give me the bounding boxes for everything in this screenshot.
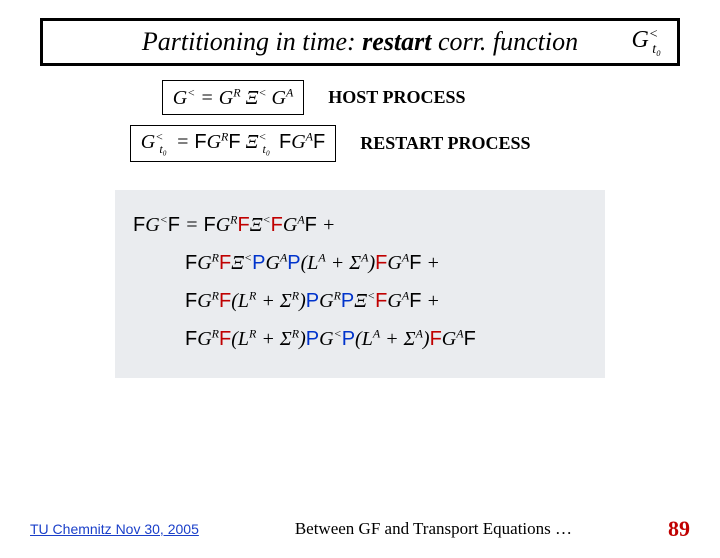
l3g: P bbox=[341, 290, 354, 312]
l4g: P bbox=[342, 328, 355, 350]
eq-line-1: FG<F = FGRFΞ<FGAF + bbox=[133, 206, 587, 244]
l2k: F bbox=[409, 252, 421, 274]
title-suffix: corr. function bbox=[432, 27, 579, 56]
eq-line-3: FGRF(LR + ΣR)PGRPΞ<FGAF + bbox=[133, 282, 587, 320]
footer-left: TU Chemnitz Nov 30, 2005 bbox=[30, 521, 199, 537]
title-prefix: Partitioning in time: bbox=[142, 27, 362, 56]
eq-line-2: FGRFΞ<PGAP(LA + ΣA)FGAF + bbox=[133, 244, 587, 282]
title-corner-sup: < bbox=[649, 27, 658, 42]
slide-title-box: Partitioning in time: restart corr. func… bbox=[40, 18, 680, 66]
l4c: F bbox=[219, 328, 231, 350]
main-equation-block: FG<F = FGRFΞ<FGAF + FGRFΞ<PGAP(LA + ΣA)F… bbox=[115, 190, 605, 378]
l3e: P bbox=[306, 290, 319, 312]
host-equation: G< = GR Ξ< GA bbox=[173, 87, 294, 109]
restart-equation: G<t₀ = FGRF Ξ<t₀ FGAF bbox=[141, 131, 325, 153]
l2a: F bbox=[185, 252, 197, 274]
l1h: F bbox=[271, 214, 283, 236]
l4i: F bbox=[430, 328, 442, 350]
l2p: + bbox=[421, 252, 440, 274]
l3i: F bbox=[375, 290, 387, 312]
restart-label: RESTART PROCESS bbox=[360, 133, 590, 154]
footer-center: Between GF and Transport Equations … bbox=[199, 519, 668, 539]
host-label: HOST PROCESS bbox=[328, 87, 558, 108]
host-equation-row: G< = GR Ξ< GA HOST PROCESS bbox=[0, 80, 720, 115]
title-bold: restart bbox=[362, 27, 431, 56]
title-corner-sub: t₀ bbox=[652, 42, 661, 57]
l4e: P bbox=[306, 328, 319, 350]
restart-equation-row: G<t₀ = FGRF Ξ<t₀ FGAF RESTART PROCESS bbox=[0, 125, 720, 163]
l3k: F bbox=[409, 290, 421, 312]
l1j1: F bbox=[168, 214, 180, 236]
page-number: 89 bbox=[668, 516, 690, 542]
l2c: F bbox=[219, 252, 231, 274]
title-corner-g: G bbox=[631, 27, 648, 53]
l3a: F bbox=[185, 290, 197, 312]
l1a: F bbox=[133, 214, 145, 236]
l3c: F bbox=[219, 290, 231, 312]
l1c: = bbox=[185, 214, 204, 236]
l1j: F bbox=[305, 214, 317, 236]
l2g: P bbox=[287, 252, 300, 274]
l1f: F bbox=[238, 214, 250, 236]
eq-line-4: FGRF(LR + ΣR)PG<P(LA + ΣA)FGAF bbox=[133, 320, 587, 358]
slide-footer: TU Chemnitz Nov 30, 2005 Between GF and … bbox=[0, 516, 720, 542]
l4a: F bbox=[185, 328, 197, 350]
l4k: F bbox=[464, 328, 476, 350]
l1p: + bbox=[317, 214, 336, 236]
l3p: + bbox=[421, 290, 440, 312]
title-corner-symbol: G<t₀ bbox=[631, 27, 667, 58]
l1d: F bbox=[204, 214, 216, 236]
l2i: F bbox=[375, 252, 387, 274]
l2e: P bbox=[252, 252, 265, 274]
host-equation-box: G< = GR Ξ< GA bbox=[162, 80, 305, 115]
restart-equation-box: G<t₀ = FGRF Ξ<t₀ FGAF bbox=[130, 125, 336, 163]
